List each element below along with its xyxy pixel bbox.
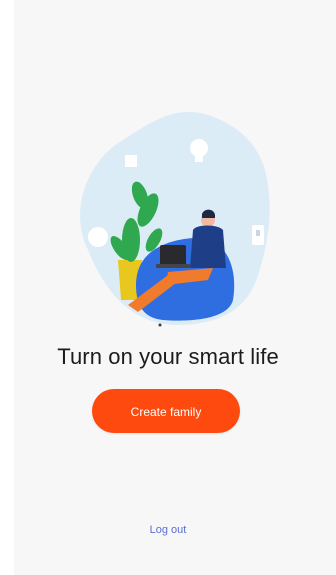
floor-dot <box>158 323 162 327</box>
onboarding-screen: Turn on your smart life Create family Lo… <box>0 0 336 575</box>
logout-link[interactable]: Log out <box>0 524 336 536</box>
laptop-icon <box>156 245 190 268</box>
smart-home-illustration <box>80 111 270 327</box>
square-icon <box>125 155 137 167</box>
left-edge-strip <box>0 0 14 575</box>
switch-icon <box>252 225 264 245</box>
circle-icon <box>88 227 108 247</box>
page-title: Turn on your smart life <box>57 344 279 369</box>
create-family-button[interactable]: Create family <box>92 389 240 433</box>
